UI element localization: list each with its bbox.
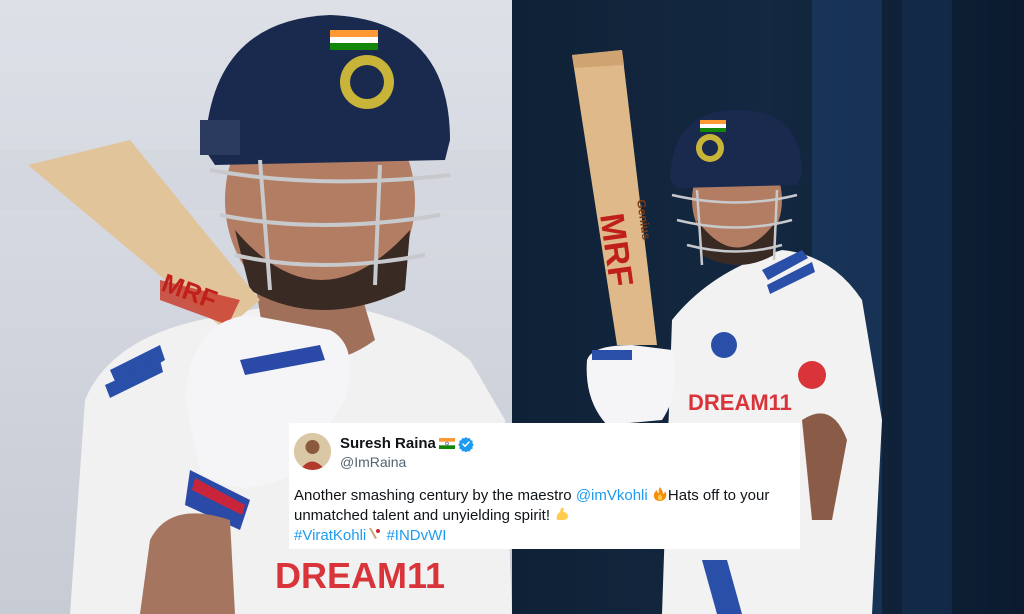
author-handle[interactable]: @ImRaina — [340, 454, 406, 470]
flexed-biceps-emoji-icon — [556, 507, 569, 520]
mention-link[interactable]: @imVkohli — [576, 487, 648, 504]
cricket-emoji-icon — [369, 528, 381, 539]
author-name[interactable]: Suresh Raina — [340, 435, 436, 452]
left-shirt-sponsor: DREAM11 — [275, 555, 445, 596]
avatar[interactable] — [294, 433, 331, 470]
flag-icon — [438, 438, 455, 449]
fire-emoji-icon — [653, 487, 667, 501]
tweet-card[interactable]: Suresh Raina @ImRaina Another smashing c… — [289, 423, 800, 549]
hashtag-indvwi[interactable]: #INDvWI — [386, 527, 446, 544]
tweet-text: Another smashing century by the maestro … — [294, 486, 794, 546]
hashtag-viratkohli[interactable]: #ViratKohli — [294, 527, 366, 544]
right-shirt-sponsor: DREAM11 — [688, 390, 792, 415]
author-row: Suresh Raina — [340, 435, 474, 452]
avatar-image — [294, 433, 331, 470]
verified-badge-icon — [458, 436, 474, 452]
tweet-text-part1: Another smashing century by the maestro — [294, 487, 576, 504]
